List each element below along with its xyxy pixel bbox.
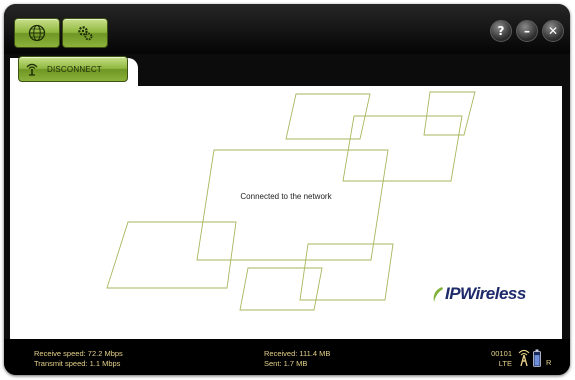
roaming-indicator: R: [546, 358, 552, 367]
network-code: 00101: [491, 349, 512, 358]
settings-button[interactable]: [62, 18, 108, 48]
transmit-speed: Transmit speed: 1.1 Mbps: [34, 359, 121, 368]
logo-swoosh-icon: [433, 287, 443, 302]
battery-icon: [533, 349, 541, 367]
sent-amount: Sent: 1.7 MB: [264, 359, 308, 368]
antenna-icon: [518, 349, 530, 367]
status-icons: R: [518, 349, 551, 367]
minimize-button[interactable]: –: [516, 20, 538, 42]
battery-level: [534, 355, 540, 366]
speed-info: Receive speed: 72.2 Mbps Transmit speed:…: [34, 349, 123, 369]
receive-speed: Receive speed: 72.2 Mbps: [34, 349, 123, 358]
status-bar: Receive speed: 72.2 Mbps Transmit speed:…: [4, 339, 570, 375]
disconnect-label: DISCONNECT: [47, 64, 102, 74]
received-amount: Received: 111.4 MB: [264, 349, 331, 358]
connection-status-message: Connected to the network: [240, 192, 332, 201]
gear-icon: [78, 26, 93, 41]
help-button[interactable]: ?: [490, 20, 512, 42]
logo-text: IPWireless: [445, 284, 526, 303]
close-button[interactable]: ✕: [542, 20, 564, 42]
data-usage-info: Received: 111.4 MB Sent: 1.7 MB: [264, 349, 330, 369]
network-type: LTE: [498, 359, 512, 368]
globe-icon: [28, 24, 46, 42]
network-button[interactable]: [14, 18, 60, 48]
antenna-icon: [26, 63, 38, 76]
disconnect-button[interactable]: DISCONNECT: [18, 56, 128, 82]
app-window: ? – ✕ DISCONNECT Connected to the networ…: [4, 4, 570, 375]
ipwireless-logo: IPWireless: [430, 284, 526, 304]
network-info: 00101 LTE: [480, 349, 512, 369]
main-panel: Connected to the network IPWireless: [10, 86, 562, 340]
